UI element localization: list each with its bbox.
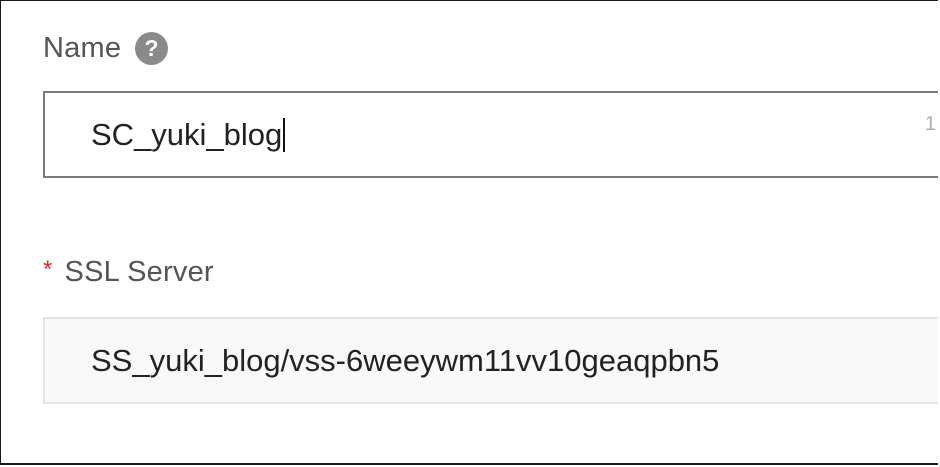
question-circle-icon[interactable]: ? (135, 31, 169, 65)
name-form-item: Name ? SC_yuki_blog 1 (43, 25, 938, 178)
ssl-server-form-item: * SSL Server SS_yuki_blog/vss-6weeywm11v… (43, 249, 938, 404)
name-counter-hint: 1 (924, 113, 936, 135)
form-panel: Name ? SC_yuki_blog 1 * SSL Server SS_yu… (0, 0, 938, 465)
name-label: Name (43, 31, 122, 64)
ssl-server-value: SS_yuki_blog/vss-6weeywm11vv10geaqpbn5 (91, 342, 720, 378)
text-caret (283, 117, 286, 152)
name-label-row: Name ? (43, 25, 938, 71)
name-input[interactable]: SC_yuki_blog 1 (43, 91, 938, 178)
ssl-server-label: SSL Server (64, 255, 214, 288)
name-input-value: SC_yuki_blog (91, 116, 283, 152)
ssl-server-label-row: * SSL Server (43, 249, 938, 295)
ssl-server-field: SS_yuki_blog/vss-6weeywm11vv10geaqpbn5 (43, 317, 938, 404)
required-asterisk: * (43, 256, 53, 283)
